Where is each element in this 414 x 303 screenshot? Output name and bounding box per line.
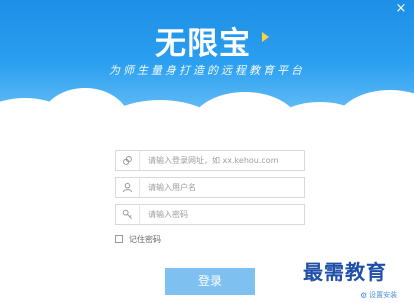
gear-icon: ⚙: [360, 290, 368, 300]
setup-label: 设置安装: [369, 291, 398, 299]
url-field[interactable]: [115, 150, 305, 171]
slogan: 为师生量身打造的远程教育平台: [109, 64, 305, 77]
key-icon: [116, 205, 140, 224]
app-logo: 无限宝: [155, 18, 269, 62]
close-button[interactable]: ×: [394, 2, 408, 16]
password-field[interactable]: [115, 204, 305, 225]
play-icon: [262, 32, 269, 42]
user-icon: [116, 178, 140, 197]
setup-link[interactable]: ⚙ 设置安装: [360, 289, 397, 301]
username-field[interactable]: [115, 177, 305, 198]
remember-label: 记住密码: [129, 234, 161, 244]
remember-checkbox[interactable]: [115, 235, 123, 243]
login-button[interactable]: 登录: [165, 268, 255, 295]
login-window: × 无限宝 为师生量身打造的远程教育平台 请输入登录网址，如 xx.kehou.…: [0, 0, 414, 303]
logo-text: 无限宝: [155, 26, 251, 62]
header-banner: × 无限宝 为师生量身打造的远程教育平台: [0, 0, 414, 168]
remember-password[interactable]: 记住密码: [115, 233, 161, 245]
watermark: 最需教育: [303, 260, 387, 284]
link-icon: [116, 151, 140, 170]
url-input[interactable]: [140, 151, 304, 170]
password-input[interactable]: [140, 205, 304, 224]
username-input[interactable]: [140, 178, 304, 197]
